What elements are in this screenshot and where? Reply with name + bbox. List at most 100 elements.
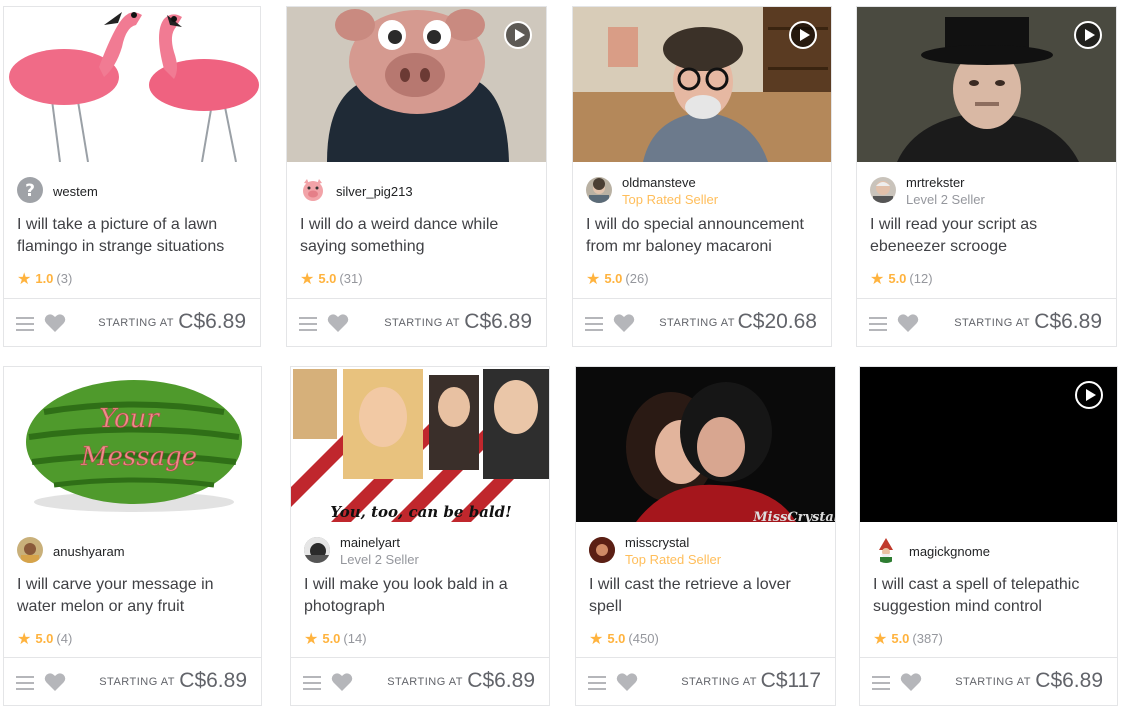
menu-icon[interactable] <box>872 676 890 690</box>
gig-title[interactable]: I will read your script as ebeneezer scr… <box>870 214 1103 258</box>
review-count: (450) <box>628 631 659 646</box>
seller-info: misscrystal Top Rated Seller <box>589 535 822 567</box>
seller-level: Level 2 Seller <box>340 552 419 567</box>
review-count: (4) <box>56 631 73 646</box>
gig-card[interactable]: You, too, can be bald! mainelyart Level … <box>290 366 550 706</box>
watermelon-text-line2: Message <box>80 442 197 472</box>
user-avatar[interactable] <box>17 537 43 563</box>
gig-title[interactable]: I will make you look bald in a photograp… <box>304 574 536 618</box>
menu-icon[interactable] <box>16 676 34 690</box>
seller-name[interactable]: anushyaram <box>53 544 125 559</box>
gnome-icon[interactable] <box>873 537 899 563</box>
star-icon: ★ <box>304 631 319 648</box>
seller-name[interactable]: oldmansteve <box>622 175 696 190</box>
user-avatar[interactable] <box>304 537 330 563</box>
gig-rating: ★ 5.0 (14) <box>304 629 367 648</box>
rating-score: 5.0 <box>888 271 907 286</box>
play-video-icon[interactable] <box>789 21 817 49</box>
review-count: (387) <box>912 631 943 646</box>
star-icon: ★ <box>17 631 32 648</box>
gig-thumbnail[interactable]: MissCrystal <box>576 367 835 522</box>
gig-card[interactable]: oldmansteve Top Rated Seller I will do s… <box>572 6 832 347</box>
bald-caption: You, too, can be bald! <box>330 503 511 521</box>
seller-level: Top Rated Seller <box>625 552 722 567</box>
heart-icon[interactable] <box>44 313 66 333</box>
gig-card[interactable]: ? westem I will take a picture of a lawn… <box>3 6 261 347</box>
gig-title[interactable]: I will do a weird dance while saying som… <box>300 214 533 258</box>
menu-icon[interactable] <box>16 317 34 331</box>
gig-card[interactable]: Your Message anushyaram I will carve you… <box>3 366 262 706</box>
gig-footer: STARTING AT C$20.68 <box>573 298 831 346</box>
gig-card[interactable]: silver_pig213 I will do a weird dance wh… <box>286 6 547 347</box>
heart-icon[interactable] <box>331 672 353 692</box>
menu-icon[interactable] <box>585 317 603 331</box>
seller-name[interactable]: magickgnome <box>909 544 990 559</box>
gig-rating: ★ 5.0 (26) <box>586 269 649 288</box>
pig-icon[interactable] <box>300 177 326 203</box>
starting-at-label: STARTING AT <box>681 676 757 688</box>
review-count: (14) <box>343 631 367 646</box>
gig-title[interactable]: I will carve your message in water melon… <box>17 574 248 618</box>
rating-score: 5.0 <box>318 271 337 286</box>
seller-name[interactable]: mrtrekster <box>906 175 965 190</box>
menu-icon[interactable] <box>869 317 887 331</box>
gig-card[interactable]: magickgnome I will cast a spell of telep… <box>859 366 1118 706</box>
gig-title[interactable]: I will do special announcement from mr b… <box>586 214 818 258</box>
gig-card[interactable]: MissCrystal misscrystal Top Rated Seller… <box>575 366 836 706</box>
star-icon: ★ <box>873 631 888 648</box>
play-video-icon[interactable] <box>504 21 532 49</box>
seller-level: Level 2 Seller <box>906 192 985 207</box>
gig-footer: STARTING AT C$6.89 <box>860 657 1117 705</box>
gig-thumbnail[interactable]: You, too, can be bald! <box>291 367 549 522</box>
gig-thumbnail[interactable] <box>857 7 1116 162</box>
seller-name[interactable]: westem <box>53 184 98 199</box>
heart-icon[interactable] <box>897 313 919 333</box>
gig-card[interactable]: mrtrekster Level 2 Seller I will read yo… <box>856 6 1117 347</box>
gig-title[interactable]: I will take a picture of a lawn flamingo… <box>17 214 247 258</box>
gig-price: C$117 <box>760 669 821 692</box>
user-avatar[interactable] <box>589 537 615 563</box>
seller-name[interactable]: misscrystal <box>625 535 689 550</box>
gig-title[interactable]: I will cast the retrieve a lover spell <box>589 574 822 618</box>
gig-title[interactable]: I will cast a spell of telepathic sugges… <box>873 574 1104 618</box>
question-mark-icon[interactable]: ? <box>17 177 43 203</box>
gig-thumbnail[interactable] <box>4 7 260 162</box>
rating-score: 5.0 <box>604 271 623 286</box>
gig-footer: STARTING AT C$6.89 <box>4 298 260 346</box>
heart-icon[interactable] <box>613 313 635 333</box>
gig-thumbnail[interactable] <box>287 7 546 162</box>
gig-footer: STARTING AT C$117 <box>576 657 835 705</box>
menu-icon[interactable] <box>588 676 606 690</box>
menu-icon[interactable] <box>303 676 321 690</box>
star-icon: ★ <box>589 631 604 648</box>
seller-info: mrtrekster Level 2 Seller <box>870 175 1103 207</box>
gig-footer: STARTING AT C$6.89 <box>857 298 1116 346</box>
starting-at-label: STARTING AT <box>387 676 463 688</box>
user-avatar[interactable] <box>586 177 612 203</box>
gig-rating: ★ 5.0 (31) <box>300 269 363 288</box>
play-video-icon[interactable] <box>1074 21 1102 49</box>
menu-icon[interactable] <box>299 317 317 331</box>
gig-rating: ★ 5.0 (450) <box>589 629 659 648</box>
gig-thumbnail[interactable] <box>860 367 1117 522</box>
heart-icon[interactable] <box>616 672 638 692</box>
watermelon-text-line1: Your <box>99 404 160 434</box>
crystal-watermark: MissCrystal <box>752 510 835 522</box>
lovers-image: MissCrystal <box>576 367 835 522</box>
starting-at-label: STARTING AT <box>99 676 175 688</box>
gig-thumbnail[interactable] <box>573 7 831 162</box>
seller-name[interactable]: silver_pig213 <box>336 184 413 199</box>
gig-thumbnail[interactable]: Your Message <box>4 367 261 522</box>
rating-score: 5.0 <box>35 631 54 646</box>
rating-score: 1.0 <box>35 271 54 286</box>
seller-name[interactable]: mainelyart <box>340 535 400 550</box>
heart-icon[interactable] <box>900 672 922 692</box>
watermelon-image: Your Message <box>26 380 242 512</box>
gig-price: C$6.89 <box>1034 310 1102 333</box>
heart-icon[interactable] <box>327 313 349 333</box>
play-video-icon[interactable] <box>1075 381 1103 409</box>
review-count: (3) <box>56 271 73 286</box>
star-icon: ★ <box>586 271 601 288</box>
user-avatar[interactable] <box>870 177 896 203</box>
heart-icon[interactable] <box>44 672 66 692</box>
